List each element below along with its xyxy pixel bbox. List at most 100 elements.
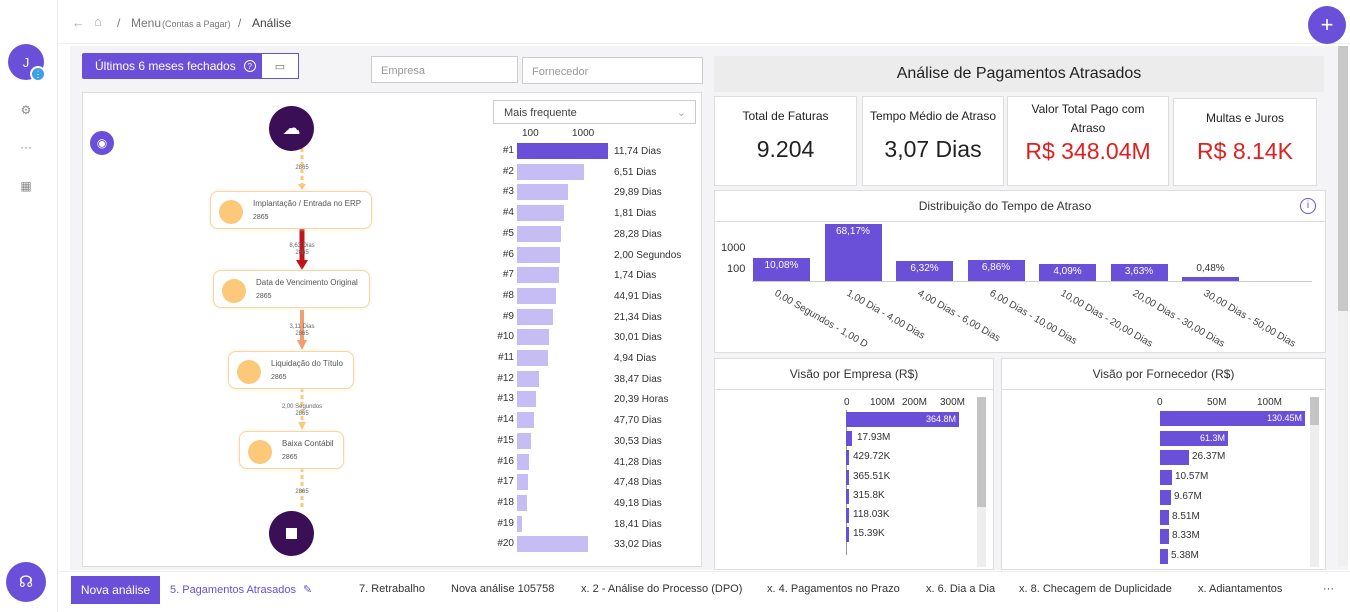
fornecedor-bar	[1160, 548, 1168, 564]
scrollbar-thumb[interactable]	[977, 397, 986, 507]
distribution-bar-label: 4,09%	[1053, 266, 1082, 277]
fornecedor-bar	[1160, 529, 1169, 545]
variant-rank: #14	[497, 414, 514, 426]
fornecedor-value: 8.33M	[1172, 530, 1200, 542]
variant-duration: 28,28 Dias	[614, 228, 662, 240]
variant-duration: 1,74 Dias	[614, 270, 657, 282]
flow-node[interactable]: Implantação / Entrada no ERP 2865	[210, 191, 372, 229]
variant-bar[interactable]	[517, 184, 568, 201]
kpi-card: Total de Faturas 9.204	[714, 96, 857, 186]
end-node-stop-icon[interactable]	[269, 511, 314, 556]
tab[interactable]: 7. Retrabalho	[359, 583, 425, 595]
tab-active[interactable]: 5. Pagamentos Atrasados ✎	[170, 583, 312, 596]
period-filter-button[interactable]: Últimos 6 meses fechados ?	[82, 53, 262, 79]
x-tick-label: 0	[1157, 397, 1163, 408]
node-count: 2865	[253, 214, 269, 221]
distribution-bar-label: 10,08%	[764, 260, 799, 271]
page-scrollbar[interactable]	[1338, 46, 1348, 566]
variant-duration: 41,28 Dias	[614, 456, 662, 468]
info-icon[interactable]: i	[1300, 198, 1316, 214]
eye-icon[interactable]: ◉	[90, 131, 114, 155]
breadcrumb-menu-sub[interactable]: (Contas a Pagar)	[162, 19, 231, 29]
add-button[interactable]: +	[1308, 6, 1346, 44]
y-tick-label: 100	[727, 263, 746, 275]
breadcrumb-menu[interactable]: Menu	[131, 16, 161, 30]
more-icon[interactable]: ···	[16, 137, 36, 157]
sort-select[interactable]: Mais frequente ⌄	[493, 100, 696, 124]
variant-rank: #6	[502, 248, 514, 260]
flow-node[interactable]: Data de Vencimento Original 2865	[213, 270, 370, 308]
tab[interactable]: Nova análise 105758	[451, 583, 554, 595]
new-analysis-button[interactable]: Nova análise	[71, 576, 160, 604]
variant-bar[interactable]	[517, 143, 608, 159]
breadcrumb-current: Análise	[252, 16, 292, 30]
variant-bar[interactable]	[517, 474, 528, 491]
variant-rank: #4	[502, 207, 514, 219]
x-tick-label: 100M	[870, 397, 896, 408]
calendar-icon[interactable]: ▭	[261, 53, 299, 79]
tab[interactable]: x. 2 - Análise do Processo (DPO)	[581, 583, 742, 595]
scrollbar-track[interactable]	[1310, 397, 1319, 567]
gear-icon[interactable]: ⚙	[16, 100, 36, 120]
variant-bar[interactable]	[517, 391, 536, 408]
variant-bar[interactable]	[517, 205, 564, 222]
edit-icon[interactable]: ✎	[303, 584, 312, 596]
distribution-bar-label: 0,48%	[1196, 263, 1225, 274]
scrollbar-thumb[interactable]	[1310, 397, 1319, 425]
variant-bar[interactable]	[517, 370, 539, 387]
fornecedor-input[interactable]: Fornecedor	[522, 57, 703, 84]
tab[interactable]: x. Adiantamentos	[1198, 583, 1282, 595]
avatar-menu-badge[interactable]: ⋮	[30, 66, 46, 82]
variant-bar[interactable]	[517, 412, 534, 429]
node-count: 2865	[282, 454, 298, 461]
more-tabs-icon[interactable]: ···	[1323, 583, 1334, 595]
variant-bar[interactable]	[517, 267, 559, 284]
variant-duration: 2,00 Segundos	[614, 249, 682, 261]
flow-node[interactable]: Baixa Contábil 2865	[239, 431, 344, 469]
variant-bar[interactable]	[517, 287, 556, 304]
empresa-bar	[846, 450, 849, 466]
empresa-value: 429.72K	[853, 451, 891, 463]
chevron-down-icon: ⌄	[676, 107, 686, 119]
tab[interactable]: x. 8. Checagem de Duplicidade	[1019, 583, 1172, 595]
variant-bar[interactable]	[517, 494, 527, 511]
fornecedor-value: 10.57M	[1175, 471, 1209, 483]
headset-icon[interactable]: ☊	[6, 562, 46, 602]
variant-bar[interactable]	[517, 432, 531, 449]
x-tick-label: 200M	[902, 397, 928, 408]
variant-rank: #9	[502, 310, 514, 322]
back-arrow-icon[interactable]: ←	[72, 15, 85, 30]
variant-bar[interactable]	[517, 225, 561, 242]
empresa-input[interactable]: Empresa	[371, 56, 518, 83]
variant-rank: #5	[502, 227, 514, 239]
home-icon[interactable]: ⌂	[94, 14, 102, 29]
building-icon[interactable]: ▦	[16, 176, 36, 196]
variant-bar[interactable]	[517, 350, 548, 366]
variant-bar[interactable]	[517, 329, 549, 346]
empresa-bar	[846, 527, 849, 543]
variant-bar[interactable]	[517, 246, 560, 263]
kpi-label: Tempo Médio de Atraso	[869, 109, 997, 123]
scrollbar-track[interactable]	[977, 397, 986, 567]
divider	[714, 221, 1326, 222]
variant-rank: #15	[497, 434, 514, 446]
kpi-value: 3,07 Dias	[884, 136, 982, 162]
variant-bar[interactable]	[517, 536, 588, 553]
page-scrollbar-thumb[interactable]	[1338, 46, 1348, 311]
variant-rank: #12	[497, 372, 514, 384]
fornecedor-chart-title: Visão por Fornecedor (R$)	[1092, 367, 1235, 381]
start-node-cloud-icon[interactable]: ☁	[269, 106, 314, 151]
kpi-label: Multas e Juros	[1205, 111, 1285, 125]
variant-bar[interactable]	[517, 163, 584, 180]
fornecedor-bar	[1160, 450, 1189, 466]
empresa-bar	[846, 431, 852, 447]
variant-bar[interactable]	[517, 453, 529, 470]
variant-bar[interactable]	[517, 308, 553, 325]
variant-bar[interactable]	[517, 515, 522, 532]
tab[interactable]: x. 4. Pagamentos no Prazo	[767, 583, 900, 595]
empresa-chart-title: Visão por Empresa (R$)	[789, 367, 919, 381]
help-icon[interactable]: ?	[243, 60, 256, 72]
tab[interactable]: x. 6. Dia a Dia	[926, 583, 995, 595]
variant-duration: 6,51 Dias	[614, 166, 657, 178]
flow-node[interactable]: Liquidação do Título 2865	[228, 351, 354, 389]
